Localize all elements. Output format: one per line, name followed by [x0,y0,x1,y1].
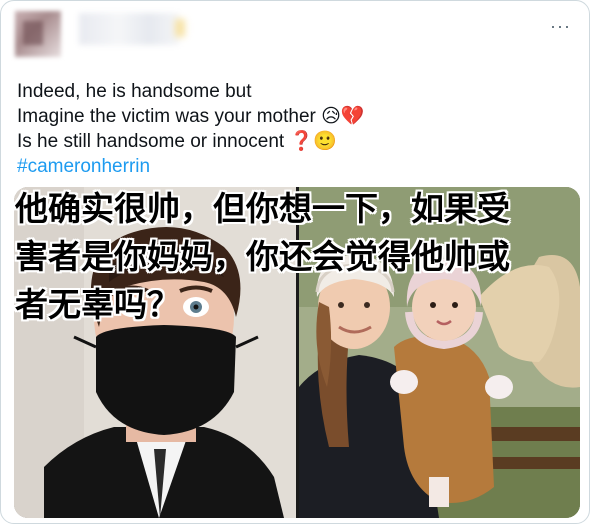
question-smile-emoji: ❓🙂 [289,131,337,152]
tweet-line-3-text: Is he still handsome or innocent [17,131,285,152]
sad-broken-heart-emoji: 😥💔 [321,106,365,127]
tweet-card[interactable]: ··· Indeed, he is handsome but Imagine t… [0,0,590,524]
tweet-line-4: #cameronherrin [17,154,573,179]
tweet-text: Indeed, he is handsome but Imagine the v… [17,79,573,179]
caption-line-1: 他确实很帅，但你想一下，如果受 [15,189,510,228]
caption-line-3: 者无辜吗？ [15,285,180,324]
tweet-line-1: Indeed, he is handsome but [17,79,573,104]
caption-overlay: 他确实很帅，但你想一下，如果受 害者是你妈妈，你还会觉得他帅或 者无辜吗？ [15,185,555,329]
tweet-header: ··· [13,9,577,61]
tweet-line-2: Imagine the victim was your mother 😥💔 [17,104,573,129]
tweet-line-3: Is he still handsome or innocent ❓🙂 [17,129,573,154]
caption-line-2: 害者是你妈妈，你还会觉得他帅或 [15,237,510,276]
avatar[interactable] [15,11,61,57]
hashtag-link[interactable]: #cameronherrin [17,156,150,177]
blurred-user-name[interactable] [79,13,179,45]
tweet-line-2-text: Imagine the victim was your mother [17,106,316,127]
tweet-line-1-text: Indeed, he is handsome but [17,81,252,102]
more-horizontal-icon[interactable]: ··· [550,17,571,35]
